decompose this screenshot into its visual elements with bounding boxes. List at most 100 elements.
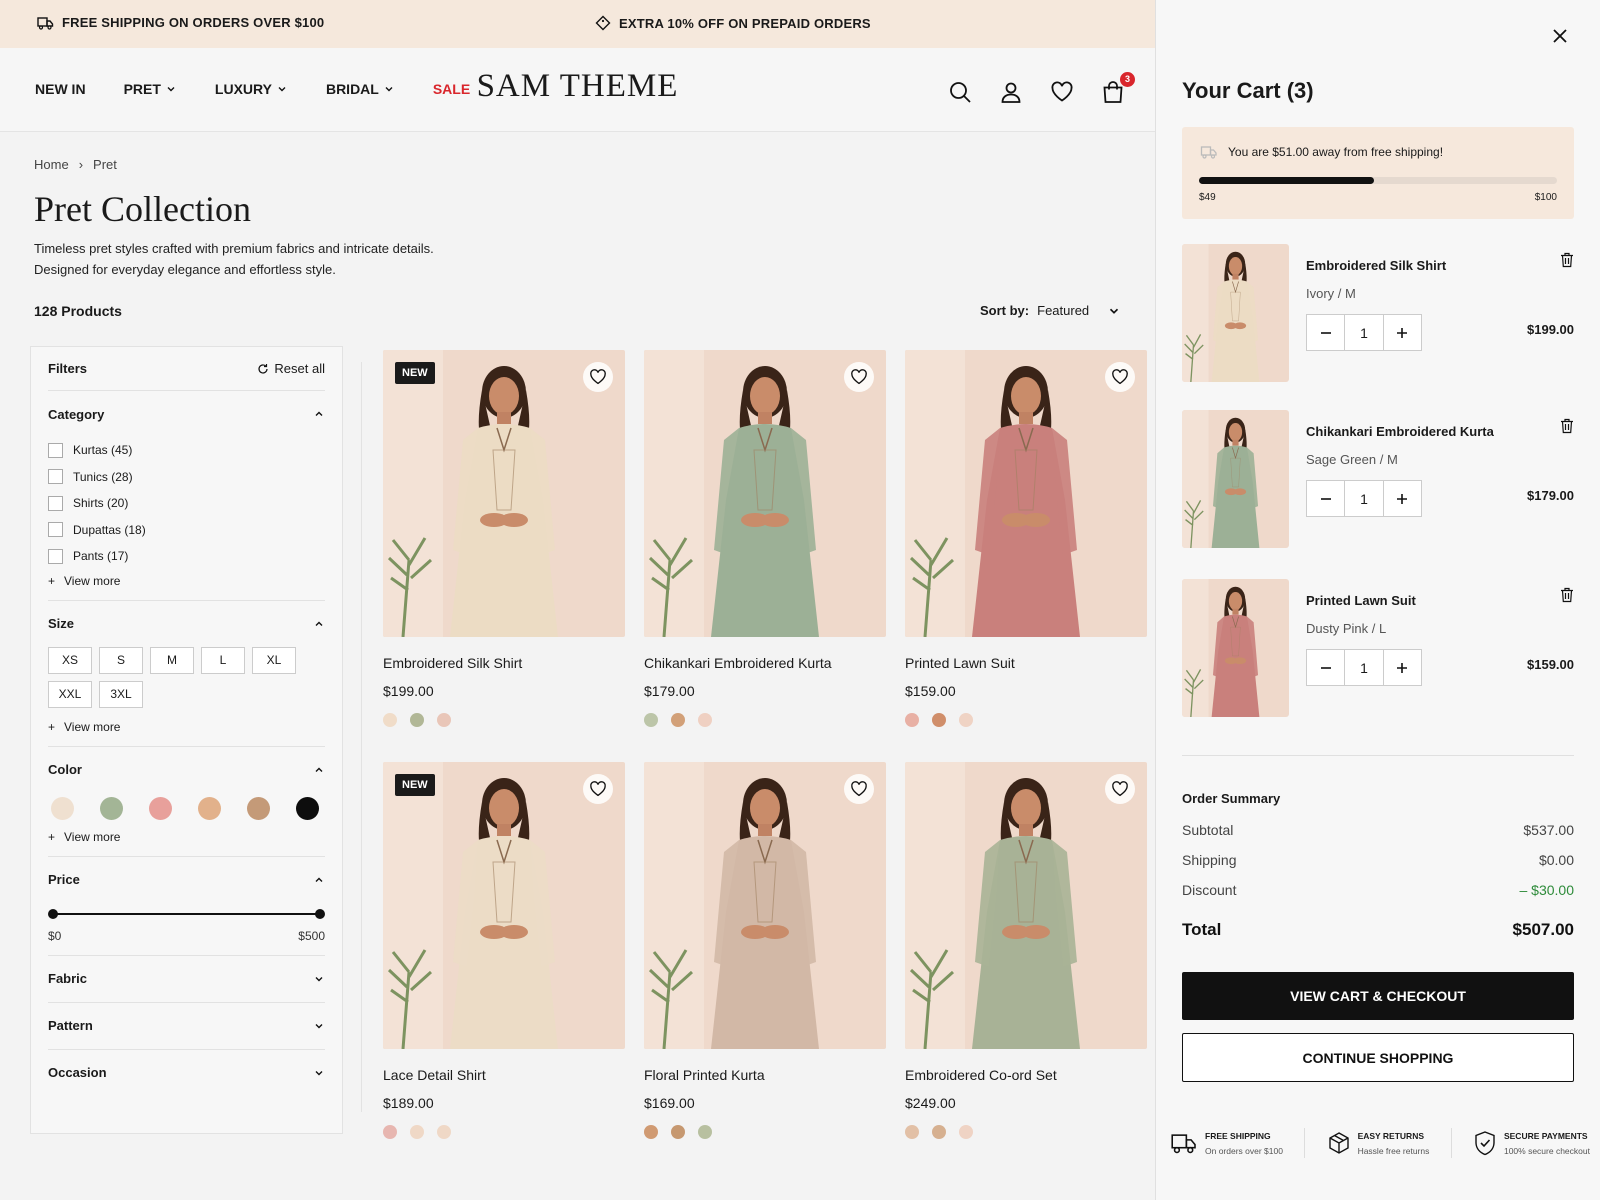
color-dot[interactable] bbox=[383, 713, 397, 727]
pattern-toggle[interactable]: Pattern bbox=[48, 1003, 325, 1049]
product-card[interactable]: Embroidered Co-ord Set $249.00 bbox=[905, 762, 1147, 1139]
cart-item-thumbnail[interactable] bbox=[1182, 410, 1289, 548]
wishlist-toggle[interactable] bbox=[844, 774, 874, 804]
category-option[interactable]: Shirts (20) bbox=[48, 490, 325, 517]
product-name[interactable]: Lace Detail Shirt bbox=[383, 1067, 625, 1083]
price-toggle[interactable]: Price bbox=[48, 857, 325, 903]
color-dot[interactable] bbox=[698, 713, 712, 727]
product-name[interactable]: Printed Lawn Suit bbox=[905, 655, 1147, 671]
quantity-value[interactable]: 1 bbox=[1344, 481, 1384, 516]
size-toggle[interactable]: Size bbox=[48, 601, 325, 647]
quantity-value[interactable]: 1 bbox=[1344, 315, 1384, 350]
wishlist-toggle[interactable] bbox=[1105, 774, 1135, 804]
cart-item-name[interactable]: Printed Lawn Suit bbox=[1306, 593, 1416, 608]
product-image[interactable] bbox=[905, 762, 1147, 1049]
price-min-handle[interactable] bbox=[48, 908, 58, 919]
color-dot[interactable] bbox=[932, 713, 946, 727]
product-image[interactable] bbox=[644, 350, 886, 637]
color-dot[interactable] bbox=[383, 1125, 397, 1139]
decrease-quantity-button[interactable] bbox=[1307, 315, 1344, 350]
reset-all-button[interactable]: Reset all bbox=[257, 361, 325, 376]
color-dot[interactable] bbox=[905, 713, 919, 727]
search-button[interactable] bbox=[948, 80, 972, 104]
product-image[interactable]: NEW bbox=[383, 350, 625, 637]
cart-item-thumbnail[interactable] bbox=[1182, 579, 1289, 717]
product-image[interactable] bbox=[905, 350, 1147, 637]
color-dot[interactable] bbox=[644, 1125, 658, 1139]
checkout-button[interactable]: VIEW CART & CHECKOUT bbox=[1182, 972, 1574, 1020]
decrease-quantity-button[interactable] bbox=[1307, 650, 1344, 685]
size-option-3xl[interactable]: 3XL bbox=[99, 680, 143, 708]
size-view-more[interactable]: + View more bbox=[48, 720, 325, 734]
color-dot[interactable] bbox=[959, 1125, 973, 1139]
color-dot[interactable] bbox=[437, 713, 451, 727]
occasion-toggle[interactable]: Occasion bbox=[48, 1050, 325, 1096]
color-dot[interactable] bbox=[410, 713, 424, 727]
checkbox[interactable] bbox=[48, 548, 63, 564]
product-card[interactable]: NEW Embroidered Silk Shirt $199.00 bbox=[383, 350, 625, 727]
size-option-xxl[interactable]: XXL bbox=[48, 680, 92, 708]
color-swatch[interactable] bbox=[296, 796, 319, 820]
product-card[interactable]: NEW Lace Detail Shirt $189.00 bbox=[383, 762, 625, 1139]
product-image[interactable]: NEW bbox=[383, 762, 625, 1049]
remove-item-button[interactable] bbox=[1560, 418, 1574, 434]
cart-item-thumbnail[interactable] bbox=[1182, 244, 1289, 382]
cart-button[interactable]: 3 bbox=[1101, 72, 1135, 104]
product-card[interactable]: Printed Lawn Suit $159.00 bbox=[905, 350, 1147, 727]
increase-quantity-button[interactable] bbox=[1384, 481, 1421, 516]
category-toggle[interactable]: Category bbox=[48, 391, 325, 437]
color-dot[interactable] bbox=[698, 1125, 712, 1139]
wishlist-button[interactable] bbox=[1050, 80, 1074, 104]
color-dot[interactable] bbox=[644, 713, 658, 727]
checkbox[interactable] bbox=[48, 469, 63, 485]
category-option[interactable]: Pants (17) bbox=[48, 543, 325, 570]
quantity-value[interactable]: 1 bbox=[1344, 650, 1384, 685]
product-name[interactable]: Embroidered Silk Shirt bbox=[383, 655, 625, 671]
color-dot[interactable] bbox=[410, 1125, 424, 1139]
checkbox[interactable] bbox=[48, 495, 63, 511]
fabric-toggle[interactable]: Fabric bbox=[48, 956, 325, 1002]
color-swatch[interactable] bbox=[149, 796, 172, 820]
color-toggle[interactable]: Color bbox=[48, 747, 325, 793]
category-option[interactable]: Tunics (28) bbox=[48, 464, 325, 491]
remove-item-button[interactable] bbox=[1560, 252, 1574, 268]
category-option[interactable]: Kurtas (45) bbox=[48, 437, 325, 464]
product-image[interactable] bbox=[644, 762, 886, 1049]
decrease-quantity-button[interactable] bbox=[1307, 481, 1344, 516]
wishlist-toggle[interactable] bbox=[844, 362, 874, 392]
size-option-xs[interactable]: XS bbox=[48, 646, 92, 674]
color-dot[interactable] bbox=[932, 1125, 946, 1139]
wishlist-toggle[interactable] bbox=[1105, 362, 1135, 392]
color-view-more[interactable]: + View more bbox=[48, 830, 325, 844]
close-cart-button[interactable] bbox=[1551, 27, 1569, 45]
continue-shopping-button[interactable]: CONTINUE SHOPPING bbox=[1182, 1033, 1574, 1082]
increase-quantity-button[interactable] bbox=[1384, 650, 1421, 685]
size-option-s[interactable]: S bbox=[99, 646, 143, 674]
category-view-more[interactable]: + View more bbox=[48, 574, 325, 588]
size-option-m[interactable]: M bbox=[150, 646, 194, 674]
product-name[interactable]: Embroidered Co-ord Set bbox=[905, 1067, 1147, 1083]
color-dot[interactable] bbox=[437, 1125, 451, 1139]
price-range-slider[interactable] bbox=[48, 907, 325, 921]
size-option-l[interactable]: L bbox=[201, 646, 245, 674]
breadcrumb-home[interactable]: Home bbox=[34, 157, 69, 172]
checkbox[interactable] bbox=[48, 442, 63, 458]
price-max-handle[interactable] bbox=[315, 908, 325, 919]
color-swatch[interactable] bbox=[247, 796, 270, 820]
color-dot[interactable] bbox=[905, 1125, 919, 1139]
increase-quantity-button[interactable] bbox=[1384, 315, 1421, 350]
product-card[interactable]: Chikankari Embroidered Kurta $179.00 bbox=[644, 350, 886, 727]
wishlist-toggle[interactable] bbox=[583, 362, 613, 392]
color-dot[interactable] bbox=[671, 1125, 685, 1139]
color-swatch[interactable] bbox=[51, 796, 74, 820]
cart-item-name[interactable]: Chikankari Embroidered Kurta bbox=[1306, 424, 1494, 439]
account-button[interactable] bbox=[999, 80, 1023, 104]
remove-item-button[interactable] bbox=[1560, 587, 1574, 603]
color-dot[interactable] bbox=[671, 713, 685, 727]
wishlist-toggle[interactable] bbox=[583, 774, 613, 804]
color-swatch[interactable] bbox=[198, 796, 221, 820]
category-option[interactable]: Dupattas (18) bbox=[48, 517, 325, 544]
product-card[interactable]: Floral Printed Kurta $169.00 bbox=[644, 762, 886, 1139]
cart-item-name[interactable]: Embroidered Silk Shirt bbox=[1306, 258, 1446, 273]
color-dot[interactable] bbox=[959, 713, 973, 727]
